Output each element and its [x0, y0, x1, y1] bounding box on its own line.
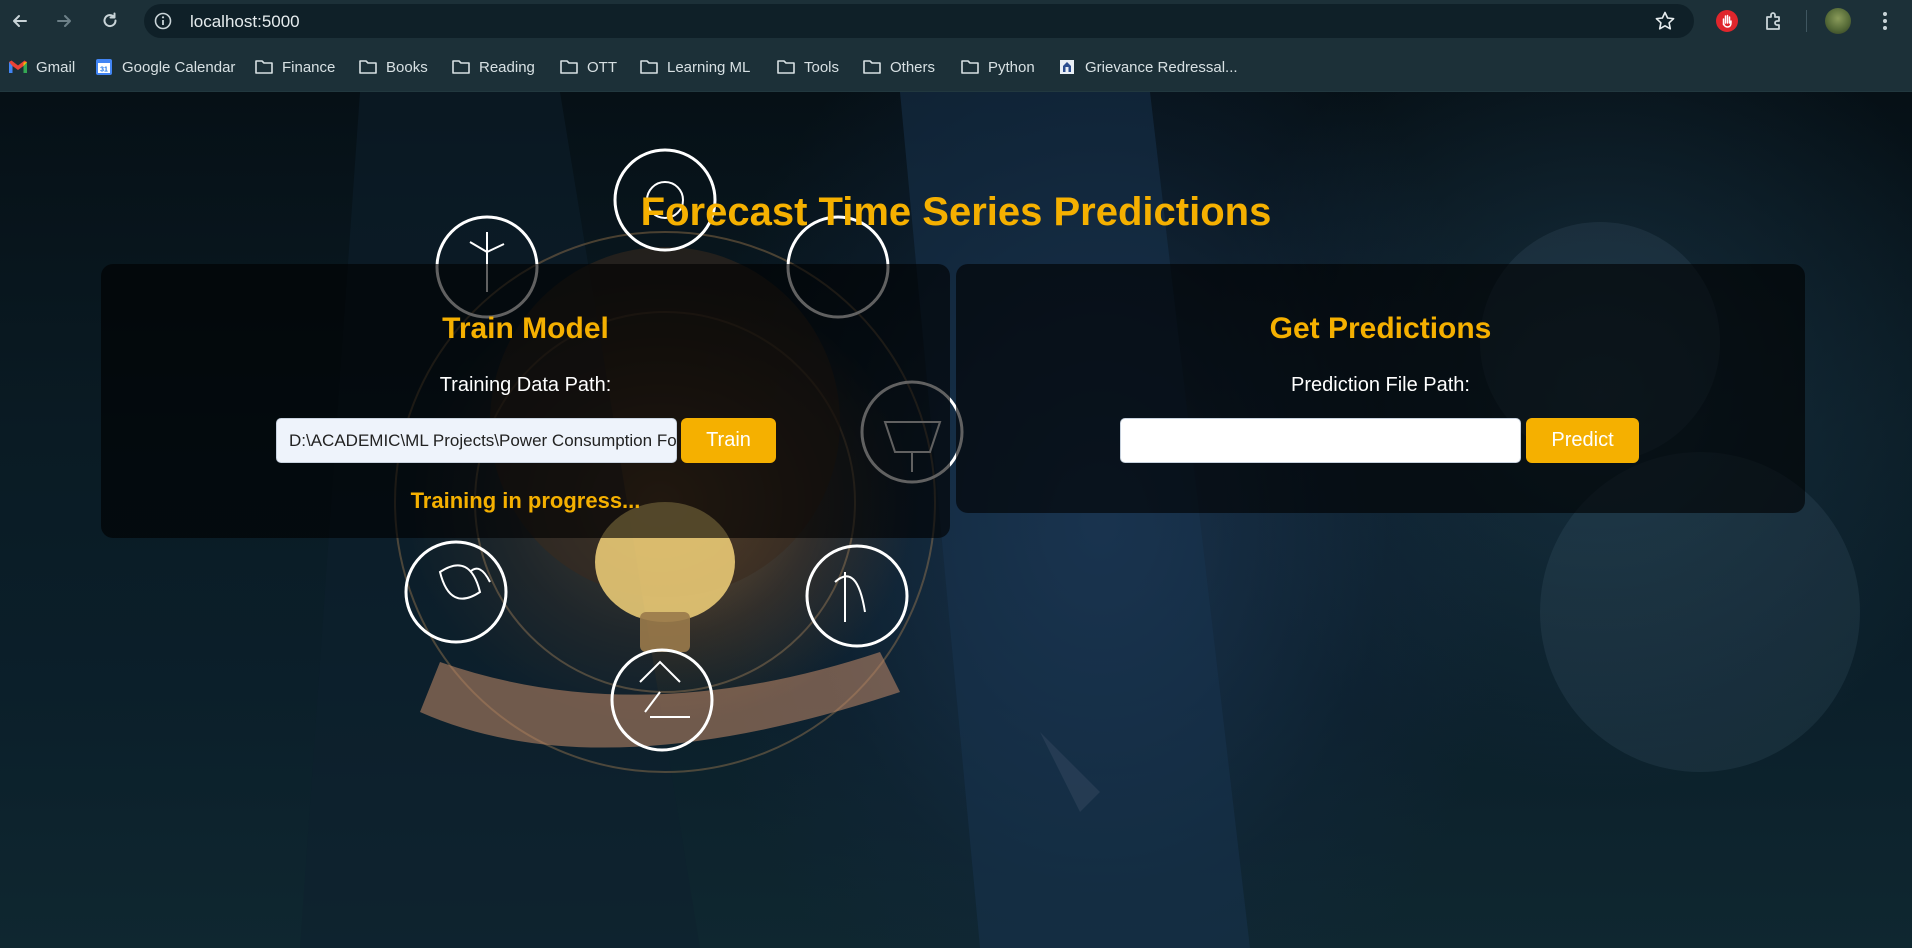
folder-icon: [451, 58, 471, 76]
arrow-right-icon: [57, 15, 71, 27]
training-path-input[interactable]: D:\ACADEMIC\ML Projects\Power Consumptio…: [276, 418, 677, 463]
bookmark-folder-finance[interactable]: Finance: [254, 56, 335, 78]
bookmark-folder-ott[interactable]: OTT: [559, 56, 617, 78]
forward-button[interactable]: [46, 3, 82, 39]
training-path-label: Training Data Path:: [439, 374, 612, 396]
train-model-card: Train Model Training Data Path: D:\ACADE…: [101, 264, 950, 538]
folder-icon: [639, 58, 659, 76]
stop-hand-extension-icon[interactable]: [1714, 8, 1740, 34]
address-bar[interactable]: localhost:5000: [144, 4, 1694, 38]
kebab-menu-icon[interactable]: [1872, 8, 1898, 34]
train-model-title: Train Model: [442, 312, 609, 345]
train-button[interactable]: Train: [681, 418, 776, 463]
url-text: localhost:5000: [190, 12, 300, 31]
folder-icon: [254, 58, 274, 76]
extensions-puzzle-icon[interactable]: [1761, 8, 1787, 34]
bookmark-label: Learning ML: [667, 58, 751, 76]
bookmark-google-calendar[interactable]: 31 Google Calendar: [94, 56, 235, 78]
browser-toolbar: localhost:5000: [0, 0, 1912, 42]
arrow-left-icon: [13, 15, 27, 27]
calendar-icon: 31: [94, 58, 114, 76]
folder-icon: [862, 58, 882, 76]
bookmark-label: OTT: [587, 58, 617, 76]
bookmark-label: Grievance Redressal...: [1085, 58, 1238, 76]
bookmark-gmail[interactable]: Gmail: [8, 56, 75, 78]
back-button[interactable]: [2, 3, 38, 39]
bookmark-label: Others: [890, 58, 936, 76]
predict-button[interactable]: Predict: [1526, 418, 1639, 463]
bookmark-folder-learning-ml[interactable]: Learning ML: [639, 56, 750, 78]
get-predictions-card: Get Predictions Prediction File Path: Pr…: [956, 264, 1805, 513]
prediction-path-label: Prediction File Path:: [1291, 374, 1470, 396]
bookmark-label: Gmail: [36, 58, 76, 76]
toolbar-divider: [1806, 10, 1807, 32]
profile-avatar[interactable]: [1825, 8, 1851, 34]
bookmark-grievance-redressal[interactable]: Grievance Redressal...: [1057, 56, 1238, 78]
training-status-text: Training in progress...: [410, 488, 641, 513]
folder-icon: [776, 58, 796, 76]
site-info-icon[interactable]: [152, 10, 174, 32]
emblem-icon: [1057, 58, 1077, 76]
bookmark-folder-python[interactable]: Python: [960, 56, 1035, 78]
folder-icon: [960, 58, 980, 76]
bookmark-folder-others[interactable]: Others: [862, 56, 935, 78]
prediction-path-input[interactable]: [1120, 418, 1521, 463]
reload-icon: [103, 12, 117, 28]
bookmark-label: Finance: [282, 58, 336, 76]
bookmark-folder-books[interactable]: Books: [358, 56, 428, 78]
bookmark-star-icon[interactable]: [1654, 10, 1676, 32]
bookmark-label: Tools: [804, 58, 840, 76]
svg-text:31: 31: [100, 67, 108, 74]
bookmark-folder-tools[interactable]: Tools: [776, 56, 839, 78]
bookmarks-bar: Gmail 31 Google Calendar Finance Books R…: [0, 42, 1912, 92]
bookmark-label: Reading: [479, 58, 535, 76]
page-viewport: Forecast Time Series Predictions Train M…: [0, 92, 1912, 948]
page-title: Forecast Time Series Predictions: [640, 190, 1272, 234]
folder-icon: [358, 58, 378, 76]
bookmark-label: Books: [386, 58, 428, 76]
get-predictions-title: Get Predictions: [1269, 312, 1492, 345]
bookmark-folder-reading[interactable]: Reading: [451, 56, 535, 78]
folder-icon: [559, 58, 579, 76]
reload-button[interactable]: [92, 3, 128, 39]
bookmark-label: Python: [988, 58, 1035, 76]
bookmark-label: Google Calendar: [122, 58, 236, 76]
gmail-icon: [8, 58, 28, 76]
